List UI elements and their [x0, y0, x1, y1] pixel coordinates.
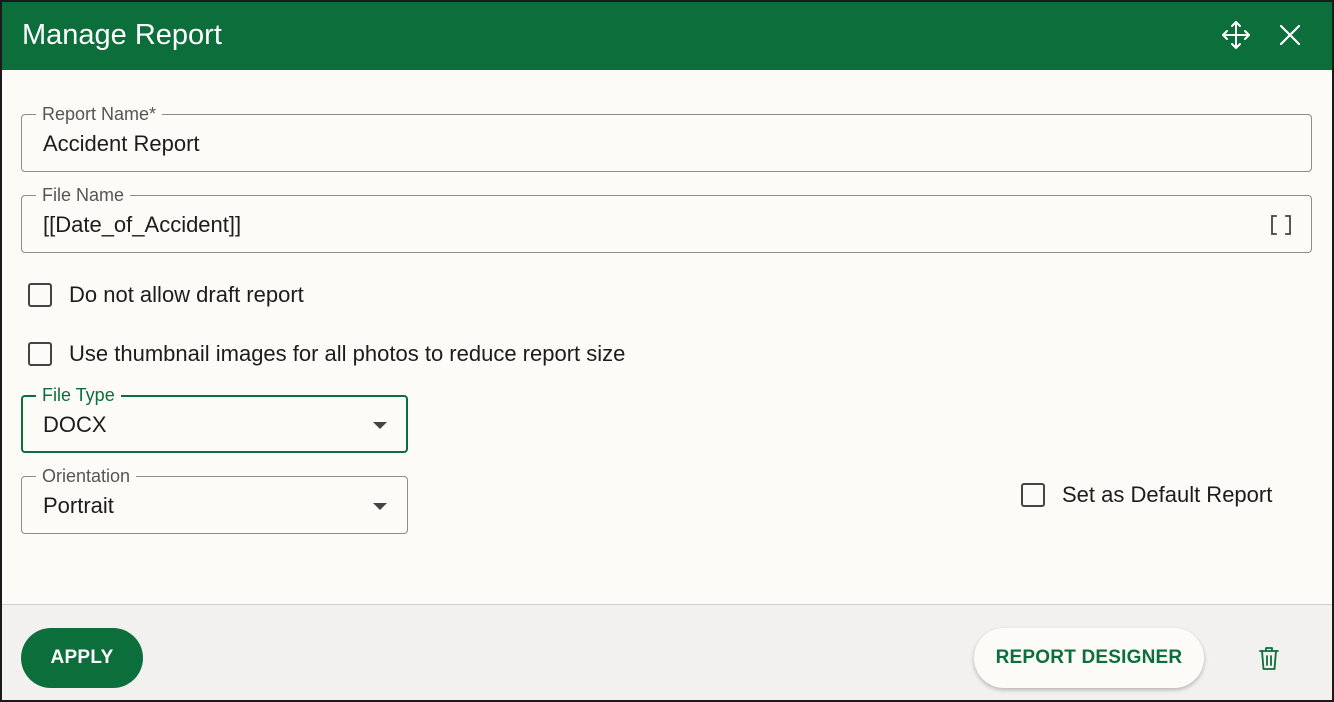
chevron-down-icon[interactable] [373, 422, 387, 429]
thumbnails-label: Use thumbnail images for all photos to r… [69, 341, 626, 366]
orientation-label: Orientation [36, 466, 137, 486]
file-name-input[interactable]: [[Date_of_Accident]] [43, 212, 241, 238]
file-type-label: File Type [36, 385, 121, 405]
close-icon[interactable] [1275, 20, 1305, 50]
report-name-label: Report Name* [36, 104, 163, 124]
no-draft-checkbox[interactable] [28, 283, 52, 307]
file-name-label: File Name [36, 185, 131, 205]
file-type-value[interactable]: DOCX [43, 412, 107, 438]
dialog-footer: APPLY REPORT DESIGNER [2, 604, 1332, 700]
report-name-field[interactable]: Report Name* Accident Report [21, 104, 1312, 172]
bracket-icon[interactable] [1269, 213, 1293, 237]
default-report-checkbox[interactable] [1021, 483, 1045, 507]
report-name-input[interactable]: Accident Report [43, 131, 200, 157]
default-report-checkbox-row[interactable]: Set as Default Report [1021, 482, 1272, 508]
thumbnails-checkbox-row[interactable]: Use thumbnail images for all photos to r… [28, 341, 625, 367]
default-report-label: Set as Default Report [1062, 482, 1273, 507]
chevron-down-icon[interactable] [373, 503, 387, 510]
move-arrows-icon[interactable] [1221, 20, 1251, 50]
file-name-field[interactable]: File Name [[Date_of_Accident]] [21, 185, 1312, 253]
file-type-select[interactable]: File Type DOCX [21, 385, 408, 453]
apply-button[interactable]: APPLY [21, 628, 143, 688]
manage-report-dialog: Manage Report Report Name* Accident Repo… [0, 0, 1334, 702]
dialog-title: Manage Report [22, 19, 222, 51]
report-designer-button[interactable]: REPORT DESIGNER [974, 628, 1204, 688]
no-draft-checkbox-row[interactable]: Do not allow draft report [28, 282, 304, 308]
no-draft-label: Do not allow draft report [69, 282, 304, 307]
orientation-select[interactable]: Orientation Portrait [21, 466, 408, 534]
trash-icon[interactable] [1257, 646, 1281, 672]
thumbnails-checkbox[interactable] [28, 342, 52, 366]
dialog-titlebar: Manage Report [2, 2, 1332, 70]
orientation-value[interactable]: Portrait [43, 493, 114, 519]
